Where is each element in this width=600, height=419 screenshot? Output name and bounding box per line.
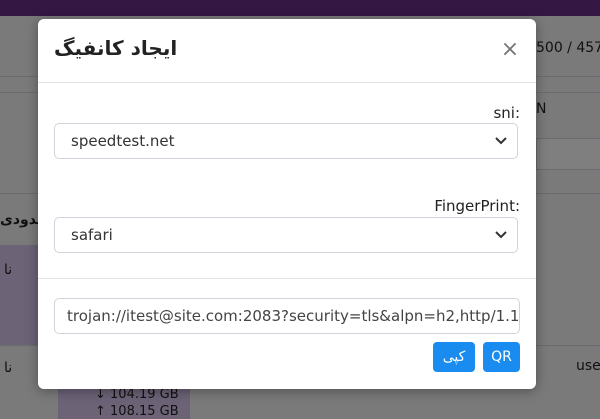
copy-button[interactable]: کپی <box>433 342 475 372</box>
fingerprint-select-value: safari <box>71 226 113 244</box>
sni-select[interactable]: speedtest.net <box>54 123 518 159</box>
modal-title: ایجاد کانفیگ <box>54 36 178 60</box>
create-config-modal: ایجاد کانفیگ × sni: speedtest.net Finger… <box>38 19 536 389</box>
close-icon: × <box>500 37 520 62</box>
fingerprint-label: FingerPrint: <box>434 197 520 215</box>
fingerprint-select[interactable]: safari <box>54 217 518 253</box>
chevron-down-icon <box>495 231 507 239</box>
modal-header: ایجاد کانفیگ × <box>38 19 536 83</box>
divider <box>38 278 536 279</box>
sni-select-value: speedtest.net <box>71 132 175 150</box>
qr-button[interactable]: QR <box>483 342 520 372</box>
chevron-down-icon <box>495 137 507 145</box>
close-button[interactable]: × <box>498 37 522 63</box>
config-link-input[interactable]: trojan://itest@site.com:2083?security=tl… <box>54 298 520 334</box>
sni-label: sni: <box>493 104 520 122</box>
